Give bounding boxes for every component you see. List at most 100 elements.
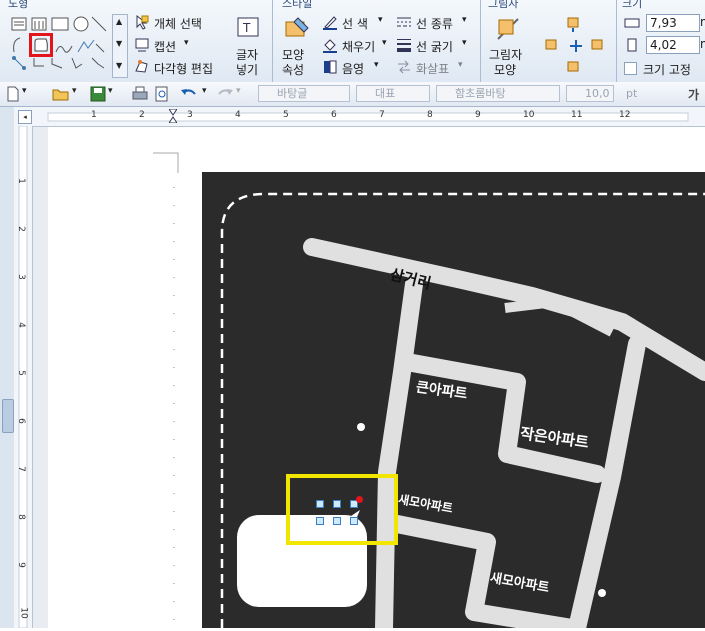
width-field[interactable]: 7,93 (646, 14, 700, 32)
print-icon[interactable] (132, 86, 148, 102)
height-field[interactable]: 4,02 (646, 36, 700, 54)
text-box-icon: T (237, 17, 259, 37)
bold-button[interactable]: 가 (688, 86, 699, 103)
active-drawing-point[interactable] (356, 496, 363, 503)
fix-size-check-box[interactable] (624, 62, 637, 75)
shadow-direction-icons (545, 17, 603, 72)
gallery-scroll-up-icon[interactable]: ▲ (116, 17, 122, 26)
ribbon-separator (272, 0, 273, 82)
font-select[interactable]: 함초롬바탕 (436, 85, 560, 102)
ribbon-separator (616, 0, 617, 82)
vruler-tick-label: 4 (15, 322, 26, 328)
undo-icon[interactable] (180, 86, 198, 102)
hruler-tick-label: 5 (283, 110, 289, 120)
fill-label: 채우기 (342, 40, 376, 54)
width-unit: m (700, 15, 705, 29)
hruler-tick-label: 12 (619, 110, 631, 120)
map-drawing[interactable]: 삼거리 큰아파트 작은아파트 새모아파트 새모아파트 (202, 172, 705, 631)
open-folder-icon[interactable] (52, 86, 70, 102)
vruler-tick-label: 3 (15, 274, 26, 280)
paragraph-style-select[interactable]: 바탕글 (258, 85, 350, 102)
gallery-scroll-down-icon[interactable]: ▼ (116, 39, 122, 48)
gallery-expand-icon[interactable]: ▼ (116, 61, 122, 70)
height-icon (627, 38, 637, 52)
shape-properties-button[interactable]: 모양 속성 (278, 14, 316, 78)
line-color-icon (323, 16, 337, 30)
resize-handle[interactable] (333, 500, 341, 508)
line-color-button[interactable]: 선 색 ▾ (322, 14, 392, 32)
redo-dropdown-icon[interactable]: ▾ (236, 86, 241, 96)
shadow-shape-label-2: 모양 (494, 63, 517, 77)
freeform-shape-button[interactable] (29, 33, 53, 57)
shade-dropdown-icon[interactable]: ▾ (374, 60, 379, 70)
hruler-tick-label: 1 (91, 110, 97, 120)
vruler-ticks-graphic (18, 126, 28, 628)
hruler-tick-label: 9 (475, 110, 481, 120)
indent-marker[interactable] (168, 108, 178, 124)
line-type-dropdown-icon[interactable]: ▾ (462, 15, 467, 25)
font-size-field[interactable]: 10,0 (566, 85, 614, 102)
resize-handle[interactable] (316, 500, 324, 508)
arrow-button[interactable]: 화살표 ▾ (396, 59, 476, 77)
new-document-icon[interactable] (6, 86, 20, 102)
ribbon-separator (480, 0, 481, 82)
highlight-selection-box (286, 474, 398, 545)
open-dropdown-icon[interactable]: ▾ (72, 86, 77, 96)
horizontal-ruler[interactable]: ◂ 1 2 3 4 5 6 7 8 9 10 11 12 (14, 107, 705, 127)
print-preview-icon[interactable] (154, 86, 170, 102)
shade-label: 음영 (342, 62, 365, 76)
fill-button[interactable]: 채우기 ▾ (322, 37, 392, 55)
insert-text-button[interactable]: T 글자 넣기 (230, 14, 268, 78)
line-thickness-button[interactable]: 선 굵기 ▾ (396, 37, 476, 55)
undo-dropdown-icon[interactable]: ▾ (202, 86, 207, 96)
height-value: 4,02 (650, 38, 677, 52)
shadow-shape-button[interactable]: 그림자 모양 (486, 14, 530, 78)
hruler-tick-label: 6 (331, 110, 337, 120)
fill-dropdown-icon[interactable]: ▾ (382, 38, 387, 48)
new-document-dropdown-icon[interactable]: ▾ (22, 86, 27, 96)
shadow-position-pad[interactable] (540, 16, 612, 76)
save-dropdown-icon[interactable]: ▾ (108, 86, 113, 96)
line-type-button[interactable]: 선 종류 ▾ (396, 14, 476, 32)
shade-icon (324, 60, 337, 74)
fix-size-checkbox[interactable]: 크기 고정 (624, 61, 704, 77)
vertical-ruler[interactable]: 1 2 3 4 5 6 7 8 9 10 (14, 126, 33, 628)
indent-marker-icon (168, 108, 178, 124)
hruler-tick-label: 11 (571, 110, 583, 120)
vruler-tick-label: 5 (15, 370, 26, 376)
save-icon[interactable] (90, 86, 106, 102)
insert-text-label-2: 넣기 (236, 63, 259, 77)
group-title-style: 스타일 (282, 0, 313, 10)
vruler-tick-label: 1 (15, 178, 26, 184)
vruler-tick-label: 9 (15, 562, 26, 568)
redo-icon[interactable] (216, 86, 234, 102)
line-type-label: 선 종류 (416, 17, 453, 31)
fix-size-label: 크기 고정 (643, 63, 691, 77)
gallery-scroll[interactable]: ▲ ▼ ▼ (112, 14, 128, 78)
resize-handle[interactable] (350, 517, 358, 525)
vruler-tick-label: 7 (15, 466, 26, 472)
resize-handle[interactable] (333, 517, 341, 525)
select-object-button[interactable]: 개체 선택 (134, 14, 234, 32)
hruler-tick-label: 8 (427, 110, 433, 120)
caption-dropdown-icon[interactable]: ▾ (184, 38, 189, 48)
width-icon (624, 18, 640, 28)
group-title-draw: 도형 (8, 0, 29, 10)
shape-gallery[interactable] (8, 12, 110, 78)
line-color-dropdown-icon[interactable]: ▾ (378, 15, 383, 25)
ribbon: 도형 스타일 그림자 크기 ▲ ▼ ▼ 개체 선택 캡션 ▾ 다각형 편집 T … (0, 0, 705, 83)
hruler-tick-label: 10 (523, 110, 535, 120)
caption-label: 캡션 (154, 40, 177, 54)
line-thickness-label: 선 굵기 (416, 40, 453, 54)
panel-expand-toggle[interactable] (2, 399, 14, 433)
vruler-tick-label: 2 (15, 226, 26, 232)
caption-icon (135, 38, 149, 52)
arrow-dropdown-icon[interactable]: ▾ (458, 60, 463, 70)
resize-handle[interactable] (316, 517, 324, 525)
caption-button[interactable]: 캡션 ▾ (134, 37, 234, 55)
hruler-tick-label: 4 (235, 110, 241, 120)
paragraph-style-value: 바탕글 (277, 87, 308, 100)
language-select[interactable]: 대표 (356, 85, 430, 102)
line-thickness-dropdown-icon[interactable]: ▾ (462, 38, 467, 48)
shade-button[interactable]: 음영 ▾ (322, 59, 392, 77)
